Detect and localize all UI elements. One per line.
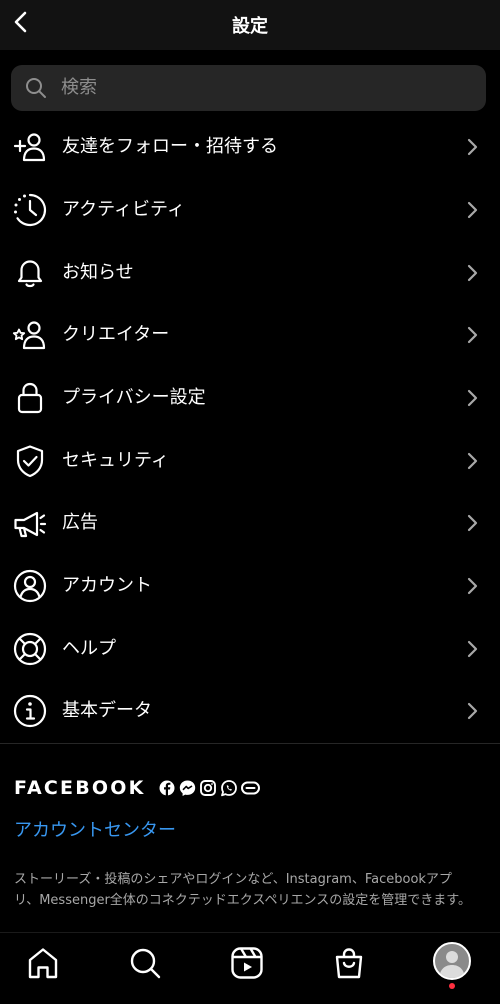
lifebuoy-icon [13, 632, 47, 666]
chevron-right-icon [467, 577, 478, 595]
menu-item-label: 基本データ [62, 700, 152, 721]
add-person-icon [13, 133, 46, 162]
section-divider [0, 743, 500, 744]
description-line: ストーリーズ・投稿のシェアやログインなど、Instagram、Facebookア… [14, 872, 452, 887]
portal-icon [241, 781, 260, 795]
chevron-right-icon [467, 264, 478, 282]
chevron-right-icon [467, 514, 478, 532]
info-icon [13, 694, 47, 728]
menu-item-label: セキュリティ [62, 450, 169, 471]
chevron-right-icon [467, 389, 478, 407]
chevron-right-icon [467, 702, 478, 720]
avatar-placeholder-icon [439, 951, 465, 978]
profile-avatar[interactable] [433, 942, 471, 980]
creator-person-star-icon [12, 321, 46, 350]
menu-item-label: プライバシー設定 [62, 387, 206, 408]
whatsapp-icon [221, 780, 237, 797]
menu-item-label: ヘルプ [62, 638, 116, 659]
menu-item-activity[interactable]: アクティビティ [0, 179, 500, 241]
bell-icon [17, 260, 43, 288]
megaphone-icon [14, 511, 47, 538]
notification-dot [449, 983, 455, 989]
chevron-right-icon [467, 452, 478, 470]
menu-item-label: クリエイター [62, 324, 170, 345]
home-icon[interactable] [25, 945, 61, 981]
account-center-link[interactable]: アカウントセンター [14, 816, 176, 842]
description-line: リ、Messenger全体のコネクテッドエクスペリエンスの設定を管理できます。 [14, 893, 471, 908]
shop-icon[interactable] [331, 945, 367, 981]
chevron-right-icon [467, 138, 478, 156]
menu-item-about[interactable]: 基本データ [0, 680, 500, 742]
messenger-icon [179, 780, 196, 796]
menu-item-account[interactable]: アカウント [0, 555, 500, 617]
menu-item-label: アクティビティ [62, 199, 185, 220]
chevron-right-icon [467, 201, 478, 219]
header: 設定 [0, 0, 500, 50]
menu-item-notifications[interactable]: お知らせ [0, 242, 500, 304]
menu-item-label: 友達をフォロー・招待する [62, 136, 278, 157]
menu-item-ads[interactable]: 広告 [0, 492, 500, 554]
search-icon [26, 78, 46, 98]
bottom-tab-bar [0, 932, 500, 1004]
lock-icon [17, 382, 43, 414]
menu-item-help[interactable]: ヘルプ [0, 618, 500, 680]
search-bar[interactable] [11, 65, 486, 111]
menu-item-follow-invite[interactable]: 友達をフォロー・招待する [0, 116, 500, 178]
meta-app-icons [159, 780, 260, 797]
chevron-right-icon [467, 640, 478, 658]
search-icon[interactable] [127, 945, 163, 981]
account-circle-icon [13, 569, 47, 603]
page-title: 設定 [232, 16, 268, 37]
activity-clock-icon [14, 193, 47, 227]
menu-item-privacy[interactable]: プライバシー設定 [0, 367, 500, 429]
menu-item-label: 広告 [62, 512, 98, 533]
search-input[interactable] [61, 65, 461, 111]
facebook-description: ストーリーズ・投稿のシェアやログインなど、Instagram、Facebookア… [14, 869, 486, 911]
menu-item-security[interactable]: セキュリティ [0, 430, 500, 492]
facebook-icon [159, 780, 175, 796]
chevron-right-icon [467, 326, 478, 344]
instagram-icon [200, 780, 216, 796]
shield-check-icon [16, 445, 44, 478]
menu-item-creator[interactable]: クリエイター [0, 304, 500, 366]
reels-icon[interactable] [229, 945, 265, 981]
facebook-logo: FACEBOOK [14, 777, 146, 799]
menu-item-label: お知らせ [62, 262, 134, 283]
menu-item-label: アカウント [62, 575, 152, 596]
